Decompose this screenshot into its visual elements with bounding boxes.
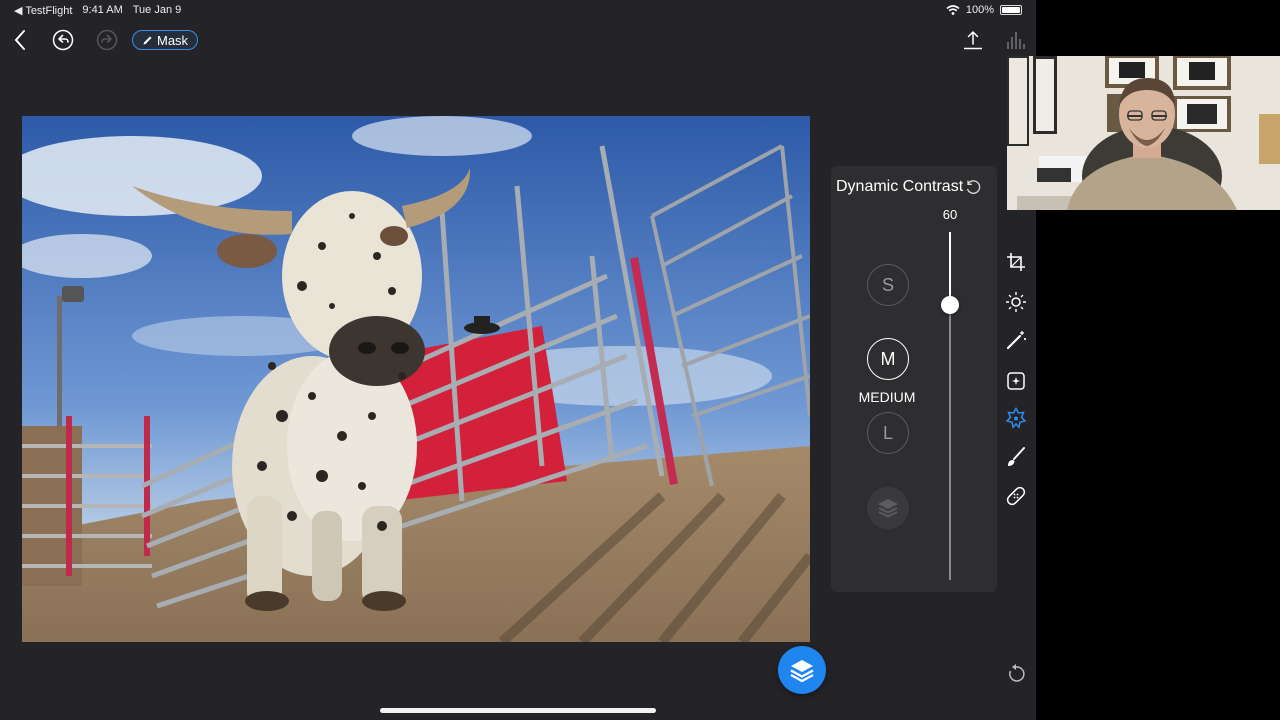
enhance-tool[interactable] bbox=[1004, 368, 1028, 392]
healing-tool[interactable] bbox=[1004, 484, 1028, 508]
back-to-app-link[interactable]: ◀ TestFlight bbox=[14, 4, 72, 17]
reset-all-button[interactable] bbox=[1004, 662, 1028, 686]
share-icon bbox=[964, 30, 982, 50]
light-icon bbox=[1006, 292, 1026, 312]
size-medium-label: M bbox=[880, 348, 896, 369]
mask-label: Mask bbox=[157, 32, 189, 48]
home-indicator[interactable] bbox=[380, 708, 656, 713]
status-bar: ◀ TestFlight 9:41 AM Tue Jan 9 100% bbox=[0, 0, 1036, 20]
details-icon bbox=[1005, 407, 1027, 429]
battery-icon bbox=[1000, 5, 1022, 15]
undo-icon bbox=[52, 29, 74, 51]
status-time: 9:41 AM bbox=[82, 4, 123, 16]
redo-button[interactable] bbox=[96, 29, 118, 51]
undo-button[interactable] bbox=[52, 29, 74, 51]
layers-icon bbox=[878, 499, 898, 518]
slider-fill bbox=[949, 232, 951, 306]
ipad-screen: ◀ TestFlight 9:41 AM Tue Jan 9 100% Mask… bbox=[0, 0, 1036, 720]
webcam-feed bbox=[1007, 56, 1280, 210]
brush-icon bbox=[1008, 447, 1025, 466]
magic-wand-icon bbox=[1006, 331, 1026, 350]
chevron-left-icon bbox=[14, 30, 25, 50]
slider-thumb[interactable] bbox=[941, 296, 959, 315]
selected-size-label: MEDIUM bbox=[858, 389, 916, 405]
crop-tool[interactable] bbox=[1004, 250, 1028, 274]
wifi-icon bbox=[946, 5, 960, 15]
size-large-button[interactable]: L bbox=[867, 412, 909, 454]
brush-tool[interactable] bbox=[1004, 445, 1028, 469]
enhance-icon bbox=[1007, 372, 1025, 390]
histogram-button[interactable] bbox=[1004, 28, 1028, 52]
mask-button[interactable]: Mask bbox=[132, 30, 199, 50]
panel-title: Dynamic Contrast bbox=[836, 178, 964, 195]
photo-canvas[interactable] bbox=[22, 116, 810, 642]
layer-mask-button[interactable] bbox=[867, 487, 909, 529]
histogram-icon bbox=[1007, 32, 1025, 49]
layers-button[interactable] bbox=[778, 646, 826, 694]
auto-enhance-tool[interactable] bbox=[1004, 328, 1028, 352]
presenter-video bbox=[1007, 56, 1280, 210]
size-small-button[interactable]: S bbox=[867, 264, 909, 306]
slider-value: 60 bbox=[942, 207, 958, 222]
size-small-label: S bbox=[881, 274, 894, 295]
crop-icon bbox=[1007, 253, 1025, 271]
size-medium-button[interactable]: M bbox=[867, 338, 909, 380]
redo-icon bbox=[96, 29, 118, 51]
size-large-label: L bbox=[882, 422, 893, 443]
reset-icon bbox=[966, 180, 981, 194]
healing-icon bbox=[1006, 486, 1026, 506]
battery-percent: 100% bbox=[965, 4, 994, 16]
rotate-reset-icon bbox=[1009, 664, 1025, 682]
light-tool[interactable] bbox=[1004, 290, 1028, 314]
layers-stack-icon bbox=[790, 660, 814, 683]
bull-photo bbox=[22, 116, 810, 642]
reset-adjustment-button[interactable] bbox=[964, 178, 982, 196]
adjustment-panel: Dynamic Contrast 60 S M MEDIUM L bbox=[831, 166, 997, 592]
share-button[interactable] bbox=[961, 28, 985, 52]
pencil-icon bbox=[143, 36, 152, 44]
details-tool[interactable] bbox=[1004, 406, 1028, 430]
status-date: Tue Jan 9 bbox=[132, 4, 182, 16]
back-button[interactable] bbox=[10, 28, 30, 52]
